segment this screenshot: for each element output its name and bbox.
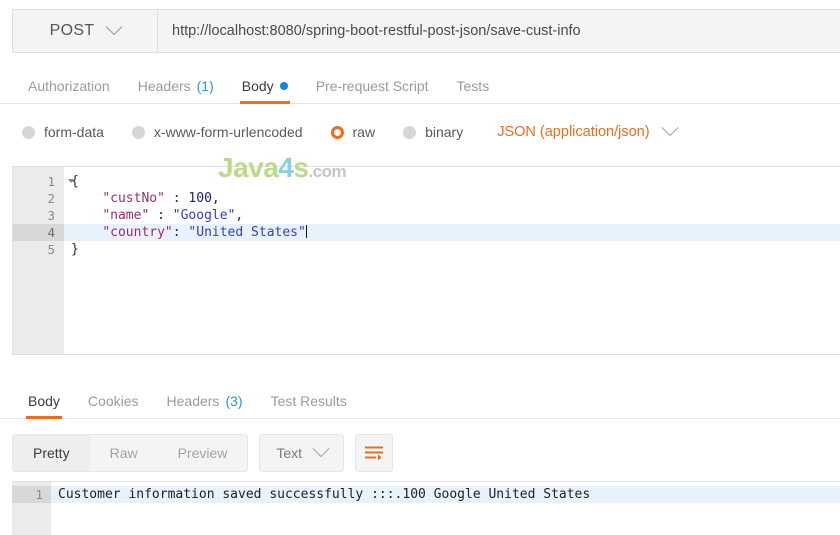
editor-code-text: { (71, 174, 79, 189)
content-type-label: JSON (application/json) (497, 124, 650, 140)
response-tab-test-results[interactable]: Test Results (257, 393, 361, 418)
editor-line-number[interactable]: 3 (13, 207, 64, 224)
editor-code-line[interactable]: "name" : "Google", (64, 207, 840, 224)
editor-code-text: } (71, 242, 79, 257)
editor-code-text-4: "country": "United States" (102, 225, 306, 240)
tab-tests-label: Tests (456, 78, 490, 94)
editor-code-text-2: "custNo" : 100, (102, 191, 220, 206)
radio-raw[interactable]: raw (330, 124, 376, 140)
response-tab-cookies-label: Cookies (87, 393, 139, 409)
radio-form-data-icon[interactable] (22, 125, 35, 139)
editor-line-number-text: 3 (47, 208, 55, 223)
view-mode-preview[interactable]: Preview (158, 435, 248, 471)
tab-tests[interactable]: Tests (443, 78, 504, 103)
editor-line-number-text: 1 (47, 174, 55, 189)
tab-headers-label: Headers (137, 78, 191, 94)
radio-x-www-form-urlencoded-label: x-www-form-urlencoded (153, 124, 303, 140)
tab-headers[interactable]: Headers (1) (124, 78, 228, 103)
content-type-selector[interactable]: JSON (application/json) (497, 119, 679, 140)
response-tab-headers-count: (3) (225, 393, 243, 409)
editor-code-line-active[interactable]: "country": "United States" (64, 224, 840, 241)
radio-x-www-form-urlencoded-icon[interactable] (131, 125, 145, 139)
body-modified-dot-icon (279, 82, 288, 90)
view-mode-pretty[interactable]: Pretty (13, 435, 90, 471)
editor-code-line[interactable]: } (64, 241, 840, 258)
radio-binary-icon[interactable] (403, 125, 417, 139)
response-tab-body-label: Body (28, 393, 60, 409)
chevron-down-icon (312, 440, 330, 458)
radio-x-www-form-urlencoded[interactable]: x-www-form-urlencoded (131, 124, 303, 140)
response-body-text: Customer information saved successfully … (58, 487, 591, 502)
radio-form-data[interactable]: form-data (22, 124, 104, 140)
response-format-label: Text (276, 445, 303, 461)
tab-authorization[interactable]: Authorization (14, 78, 124, 103)
word-wrap-icon (365, 446, 384, 461)
http-method-label: POST (49, 22, 95, 39)
tab-body-label: Body (241, 78, 274, 94)
editor-line-number-active[interactable]: 4 (13, 224, 64, 241)
radio-raw-icon[interactable] (330, 125, 344, 139)
request-url-input[interactable]: http://localhost:8080/spring-boot-restfu… (158, 10, 840, 52)
response-code-line: Customer information saved successfully … (51, 486, 840, 503)
response-line-gutter: 1 (12, 482, 51, 535)
tab-headers-count: (1) (196, 78, 214, 94)
editor-code-line[interactable]: { (64, 173, 840, 190)
response-tab-cookies[interactable]: Cookies (74, 393, 153, 418)
editor-line-number-text: 2 (47, 191, 55, 206)
http-method-selector[interactable]: POST (13, 10, 158, 52)
request-url-bar: POST http://localhost:8080/spring-boot-r… (12, 9, 840, 53)
response-tab-test-results-label: Test Results (270, 393, 347, 409)
response-tab-bar: Body Cookies Headers (3) Test Results (0, 381, 840, 419)
response-code-area[interactable]: Customer information saved successfully … (51, 482, 840, 535)
radio-binary[interactable]: binary (403, 124, 463, 140)
editor-code-area[interactable]: { "custNo" : 100, "name" : "Google", "co… (64, 167, 840, 354)
response-format-selector[interactable]: Text (259, 434, 345, 472)
tab-pre-request-script[interactable]: Pre-request Script (302, 78, 443, 103)
editor-line-number[interactable]: 1 (13, 173, 74, 190)
response-toolbar: Pretty Raw Preview Text (12, 433, 394, 473)
request-body-editor[interactable]: 1 2 3 4 5 { "custNo" : 100, "name" : "Go… (12, 166, 840, 355)
response-view-mode-group: Pretty Raw Preview (12, 434, 249, 472)
radio-form-data-label: form-data (44, 124, 104, 140)
chevron-down-icon (105, 18, 123, 36)
editor-line-number[interactable]: 2 (13, 190, 64, 207)
response-line-number: 1 (12, 486, 51, 503)
view-mode-raw-label: Raw (109, 445, 138, 461)
response-tab-body[interactable]: Body (14, 393, 74, 419)
editor-line-gutter: 1 2 3 4 5 (13, 167, 74, 354)
response-tab-headers[interactable]: Headers (3) (153, 393, 257, 418)
editor-code-line[interactable]: "custNo" : 100, (64, 190, 840, 207)
request-url-text: http://localhost:8080/spring-boot-restfu… (172, 23, 581, 39)
radio-binary-label: binary (425, 124, 464, 140)
view-mode-pretty-label: Pretty (33, 445, 70, 461)
response-line-number-text: 1 (35, 487, 43, 502)
tab-authorization-label: Authorization (28, 78, 110, 94)
editor-line-number-text: 4 (47, 225, 55, 240)
tab-pre-request-script-label: Pre-request Script (315, 78, 429, 94)
editor-line-number[interactable]: 5 (13, 241, 64, 258)
text-caret (305, 225, 308, 238)
tab-body[interactable]: Body (228, 78, 302, 104)
radio-raw-label: raw (352, 124, 376, 140)
view-mode-raw[interactable]: Raw (90, 435, 158, 471)
response-tab-headers-label: Headers (166, 393, 220, 409)
body-type-row: form-data x-www-form-urlencoded raw bina… (0, 112, 840, 152)
chevron-down-icon (661, 119, 679, 137)
request-tab-bar: Authorization Headers (1) Body Pre-reque… (0, 66, 840, 104)
word-wrap-button[interactable] (355, 434, 394, 472)
editor-line-number-text: 5 (47, 242, 55, 257)
view-mode-preview-label: Preview (177, 445, 228, 461)
response-body-viewer[interactable]: 1 Customer information saved successfull… (12, 481, 840, 535)
editor-code-text-3: "name" : "Google", (102, 208, 244, 223)
